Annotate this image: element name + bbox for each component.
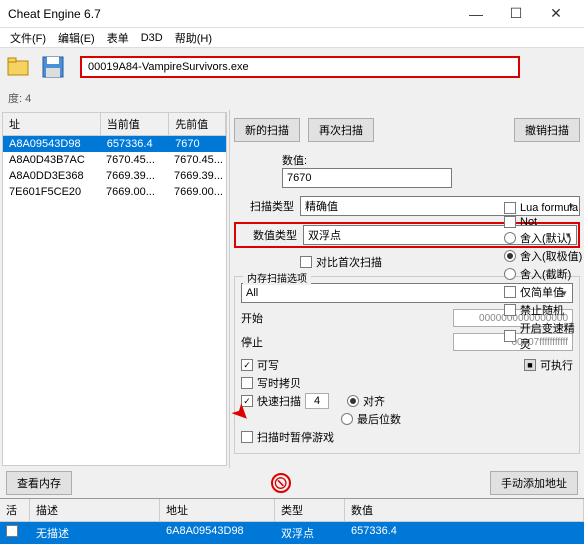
simple-checkbox[interactable] (504, 286, 516, 298)
mem-options-legend: 内存扫描选项 (243, 270, 311, 285)
result-row[interactable]: A8A0DD3E368 7669.39... 7669.39... (3, 168, 226, 184)
menu-help[interactable]: 帮助(H) (169, 30, 218, 46)
col-previous[interactable]: 先前值 (169, 113, 226, 135)
executable-checkbox[interactable]: ■ (524, 359, 536, 371)
round-default-radio[interactable] (504, 232, 516, 244)
result-row[interactable]: A8A09543D98 657336.4 7670 (3, 136, 226, 152)
round-trunc-radio[interactable] (504, 268, 516, 280)
norandom-checkbox[interactable] (504, 304, 516, 316)
col-current[interactable]: 当前值 (101, 113, 169, 135)
address-list-row[interactable]: 无描述 6A8A09543D98 双浮点 657336.4 (0, 522, 584, 544)
writable-checkbox[interactable]: ✓ (241, 359, 253, 371)
speedhack-checkbox[interactable] (504, 330, 516, 342)
value-label: 数值: (282, 152, 580, 168)
align-radio[interactable] (347, 395, 359, 407)
close-button[interactable]: ✕ (536, 5, 576, 22)
no-sign-icon: ⊘ (271, 473, 291, 493)
progress-label: 度: 4 (0, 86, 584, 110)
scan-results-table[interactable]: 址 当前值 先前值 A8A09543D98 657336.4 7670 A8A0… (2, 112, 227, 466)
compare-first-checkbox[interactable] (300, 256, 312, 268)
menu-file[interactable]: 文件(F) (4, 30, 52, 46)
round-extreme-radio[interactable] (504, 250, 516, 262)
undo-scan-button[interactable]: 撤销扫描 (514, 118, 580, 142)
freeze-checkbox[interactable] (6, 525, 18, 537)
fast-scan-value[interactable] (305, 393, 329, 409)
col-address[interactable]: 址 (3, 113, 101, 135)
process-selector[interactable]: 00019A84-VampireSurvivors.exe (80, 56, 520, 78)
value-type-label: 数值类型 (237, 227, 297, 243)
col-active[interactable]: 活 (0, 499, 30, 521)
menu-d3d[interactable]: D3D (135, 32, 169, 44)
cow-checkbox[interactable] (241, 377, 253, 389)
result-row[interactable]: A8A0D43B7AC 7670.45... 7670.45... (3, 152, 226, 168)
stop-label: 停止 (241, 334, 271, 350)
scan-type-label: 扫描类型 (234, 198, 294, 214)
window-title: Cheat Engine 6.7 (8, 7, 456, 21)
col-value[interactable]: 数值 (345, 499, 584, 521)
value-input[interactable] (282, 168, 452, 188)
start-label: 开始 (241, 310, 271, 326)
minimize-button[interactable]: — (456, 6, 496, 22)
compare-first-label: 对比首次扫描 (316, 254, 382, 270)
result-row[interactable]: 7E601F5CE20 7669.00... 7669.00... (3, 184, 226, 200)
open-icon[interactable] (4, 52, 34, 82)
last-digit-radio[interactable] (341, 413, 353, 425)
lua-checkbox[interactable] (504, 202, 516, 214)
next-scan-button[interactable]: 再次扫描 (308, 118, 374, 142)
not-checkbox[interactable] (504, 216, 516, 228)
menu-edit[interactable]: 编辑(E) (52, 30, 101, 46)
col-addr[interactable]: 地址 (160, 499, 275, 521)
col-type[interactable]: 类型 (275, 499, 345, 521)
col-desc[interactable]: 描述 (30, 499, 160, 521)
maximize-button[interactable]: ☐ (496, 5, 536, 22)
save-icon[interactable] (38, 52, 68, 82)
add-manual-button[interactable]: 手动添加地址 (490, 471, 578, 495)
view-memory-button[interactable]: 查看内存 (6, 471, 72, 495)
menu-table[interactable]: 表单 (101, 30, 135, 46)
pause-game-checkbox[interactable] (241, 431, 253, 443)
new-scan-button[interactable]: 新的扫描 (234, 118, 300, 142)
process-name: 00019A84-VampireSurvivors.exe (88, 61, 249, 73)
